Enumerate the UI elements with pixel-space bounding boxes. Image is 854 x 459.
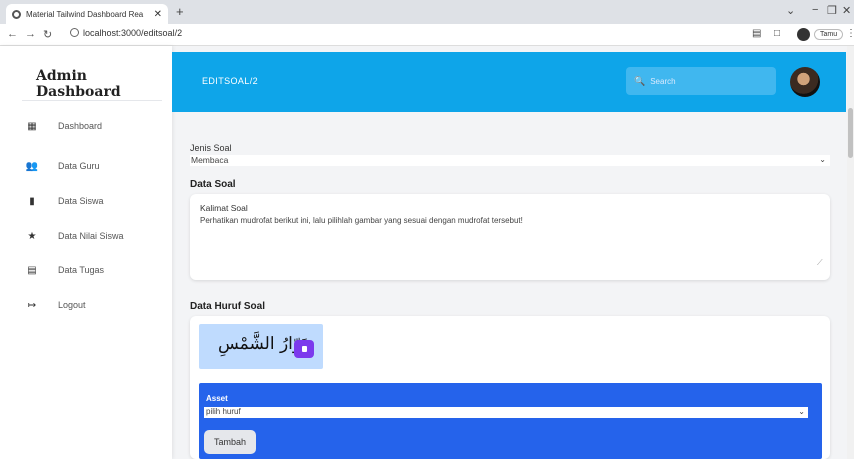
close-window-icon[interactable]: ✕ [842,4,851,17]
new-tab-button[interactable]: + [176,4,184,19]
kalimat-soal-label: Kalimat Soal [200,203,248,213]
kalimat-soal-card [190,194,830,280]
asset-select[interactable]: pilih huruf ⌄ [204,407,808,418]
data-soal-heading: Data Soal [190,179,236,190]
top-header: EDITSOAL/2 🔍 Search [172,52,846,112]
sidebar-item-dashboard[interactable]: ▦ Dashboard [26,118,102,134]
trash-icon [301,346,307,352]
sidebar-item-label: Data Tugas [58,265,105,275]
assignment-icon: ▤ [27,264,37,276]
sidebar-item-label: Data Guru [58,161,100,171]
profile-icon[interactable] [797,28,810,41]
jenis-soal-select[interactable]: Membaca ⌄ [190,155,830,166]
divider [22,100,162,101]
sidebar-item-data-tugas[interactable]: ▤ Data Tugas [26,262,104,278]
chevron-down-icon: ⌄ [798,407,805,416]
star-icon: ★ [27,230,37,242]
asset-select-value: pilih huruf [206,407,241,416]
dashboard-icon: ▦ [27,120,37,132]
tab-title: Material Tailwind Dashboard Rea [26,9,144,19]
tambah-button[interactable]: Tambah [204,430,256,454]
profile-label[interactable]: Tamu [814,29,844,40]
browser-tab[interactable]: Material Tailwind Dashboard Rea ✕ [6,4,168,24]
sidebar-item-label: Logout [58,300,86,310]
sidebar-item-label: Dashboard [58,121,103,131]
sidebar-item-label: Data Siswa [58,196,104,206]
minimize-icon[interactable]: − [812,4,818,16]
info-icon [70,28,79,37]
sidebar-icon[interactable]: □ [774,28,780,39]
sidebar-item-data-guru[interactable]: 👥 Data Guru [26,158,100,174]
back-icon[interactable]: ← [7,28,18,40]
avatar[interactable] [790,67,820,97]
url-text: localhost:3000/editsoal/2 [83,28,183,38]
jenis-soal-label: Jenis Soal [190,143,232,153]
resize-handle-icon[interactable]: ⟋ [817,258,823,268]
search-icon: 🔍 [634,75,646,86]
asset-label: Asset [206,394,228,403]
asset-panel [199,383,822,459]
search-placeholder: Search [650,76,676,86]
address-bar: ← → ↻ localhost:3000/editsoal/2 ▤ □ Tamu… [0,24,854,46]
sidebar-item-logout[interactable]: ↦ Logout [26,297,86,313]
chevron-down-icon: ⌄ [819,155,826,164]
tab-search-icon[interactable]: ⌄ [786,4,795,17]
kalimat-soal-textarea[interactable]: Perhatikan mudrofat berikut ini, lalu pi… [200,216,523,225]
sidebar-item-data-siswa[interactable]: ▮ Data Siswa [26,193,104,209]
reload-icon[interactable]: ↻ [43,28,52,41]
page-title: EDITSOAL/2 [202,76,259,86]
scrollbar-thumb[interactable] [848,108,853,158]
browser-tab-bar: Material Tailwind Dashboard Rea ✕ + ⌄ − … [0,0,854,24]
jenis-soal-value: Membaca [191,155,229,165]
tab-close-icon[interactable]: ✕ [154,9,162,20]
sidebar-item-label: Data Nilai Siswa [58,231,124,241]
delete-huruf-button[interactable] [294,340,314,358]
menu-icon[interactable]: ⋮ [846,28,854,39]
favicon-icon [12,9,21,19]
brand-title: Admin Dashboard [36,68,121,100]
url-field[interactable]: localhost:3000/editsoal/2 [70,28,182,38]
people-icon: 👥 [25,160,39,172]
logout-icon: ↦ [27,299,37,311]
data-huruf-heading: Data Huruf Soal [190,301,266,312]
book-icon: ▮ [29,195,35,207]
sidebar-item-data-nilai-siswa[interactable]: ★ Data Nilai Siswa [26,228,124,244]
sidebar: Admin Dashboard [0,46,172,459]
search-input[interactable]: 🔍 Search [626,67,776,95]
restore-icon[interactable]: ❐ [827,4,837,17]
extension-icon[interactable]: ▤ [752,28,761,39]
forward-icon[interactable]: → [25,28,36,40]
